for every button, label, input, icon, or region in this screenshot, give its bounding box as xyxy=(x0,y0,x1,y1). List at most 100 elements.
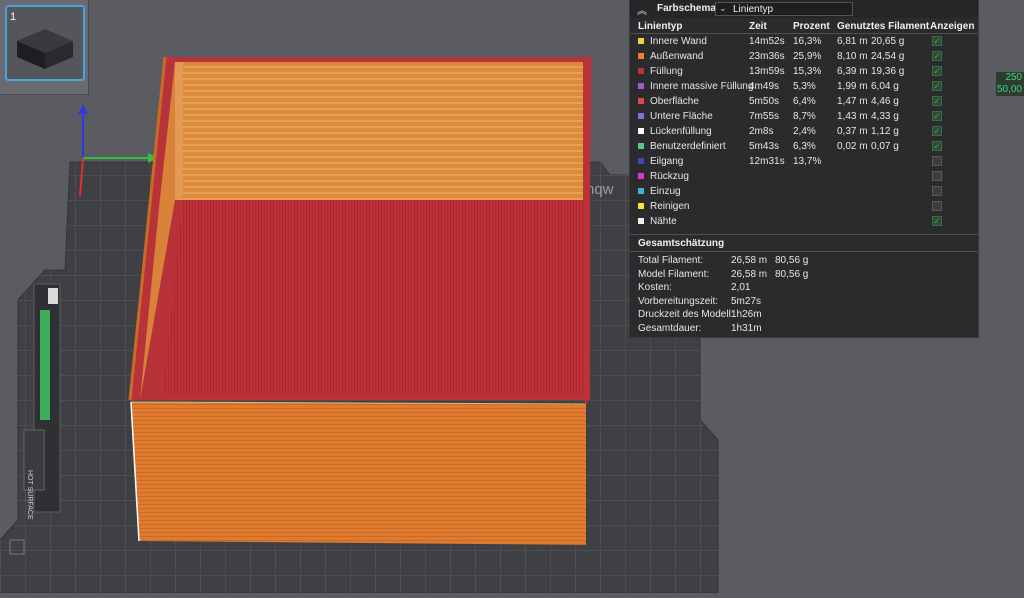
line-type-grams: 0,07 g xyxy=(871,141,899,152)
panel-title: Farbschema xyxy=(657,3,716,14)
line-type-row: Einzug xyxy=(630,185,978,200)
line-type-row: Untere Fläche 7m55s 8,7% 1,43 m 4,33 g ✓ xyxy=(630,110,978,125)
estimate-row: Kosten: 2,01 xyxy=(630,282,978,295)
line-type-name: Reinigen xyxy=(650,201,690,212)
line-type-percent: 15,3% xyxy=(793,66,822,77)
estimate-title: Gesamtschätzung xyxy=(638,238,725,249)
line-type-row: Außenwand 23m36s 25,9% 8,10 m 24,54 g ✓ xyxy=(630,50,978,65)
line-type-grams: 4,46 g xyxy=(871,96,899,107)
line-type-grams: 24,54 g xyxy=(871,51,905,62)
line-type-grams: 1,12 g xyxy=(871,126,899,137)
line-type-name: Eilgang xyxy=(650,156,684,167)
color-swatch xyxy=(638,83,644,89)
line-type-time: 4m49s xyxy=(749,81,780,92)
line-type-name: Nähte xyxy=(650,216,677,227)
line-type-row: Lückenfüllung 2m8s 2,4% 0,37 m 1,12 g ✓ xyxy=(630,125,978,140)
estimate-row: Druckzeit des Modell: 1h26m xyxy=(630,309,978,322)
estimate-label: Kosten: xyxy=(638,282,672,293)
line-type-name: Lückenfüllung xyxy=(650,126,712,137)
line-type-grams: 19,36 g xyxy=(871,66,905,77)
line-type-name: Rückzug xyxy=(650,171,689,182)
bed-logo-text: nqw xyxy=(586,181,614,198)
line-type-percent: 8,7% xyxy=(793,111,816,122)
color-scheme-panel: ︽ Farbschema ⌄ Linientyp Linientyp Zeit … xyxy=(629,0,979,338)
color-swatch xyxy=(638,218,644,224)
panel-header: ︽ Farbschema ⌄ Linientyp xyxy=(630,0,978,18)
line-type-name: Füllung xyxy=(650,66,683,77)
col-header-show: Anzeigen xyxy=(930,21,975,32)
model-preview-icon xyxy=(17,29,73,69)
show-checkbox[interactable] xyxy=(932,201,942,211)
line-type-meters: 8,10 m xyxy=(837,51,868,62)
line-type-row: Innere massive Füllung 4m49s 5,3% 1,99 m 6,0… xyxy=(630,80,978,95)
show-checkbox-checked[interactable]: ✓ xyxy=(932,216,942,226)
estimate-label: Total Filament: xyxy=(638,255,704,266)
line-type-grams: 4,33 g xyxy=(871,111,899,122)
line-type-time: 23m36s xyxy=(749,51,785,62)
line-type-name: Untere Fläche xyxy=(650,111,713,122)
estimate-divider xyxy=(630,251,978,252)
line-type-row: Oberfläche 5m50s 6,4% 1,47 m 4,46 g ✓ xyxy=(630,95,978,110)
line-type-percent: 6,3% xyxy=(793,141,816,152)
line-type-name: Innere massive Füllung xyxy=(650,81,754,92)
hot-surface-label: HOT SURFACE xyxy=(26,470,33,520)
line-type-row: Rückzug xyxy=(630,170,978,185)
show-checkbox-checked[interactable]: ✓ xyxy=(932,96,942,106)
show-checkbox-checked[interactable]: ✓ xyxy=(932,126,942,136)
line-type-name: Außenwand xyxy=(650,51,704,62)
collapse-chevron-icon[interactable]: ︽ xyxy=(637,2,647,17)
estimate-row: Model Filament: 26,58 m 80,56 g xyxy=(630,269,978,282)
show-checkbox-checked[interactable]: ✓ xyxy=(932,36,942,46)
line-type-meters: 0,02 m xyxy=(837,141,868,152)
color-swatch xyxy=(638,188,644,194)
show-checkbox[interactable] xyxy=(932,186,942,196)
show-checkbox[interactable] xyxy=(932,156,942,166)
line-type-row: Füllung 13m59s 15,3% 6,39 m 19,36 g ✓ xyxy=(630,65,978,80)
plate-thumbnail[interactable] xyxy=(5,5,85,81)
estimate-value: 2,01 xyxy=(731,282,751,293)
line-type-meters: 6,39 m xyxy=(837,66,868,77)
layer-top-value: 250 xyxy=(996,72,1024,84)
show-checkbox-checked[interactable]: ✓ xyxy=(932,51,942,61)
estimate-value: 5m27s xyxy=(731,295,762,307)
show-checkbox-checked[interactable]: ✓ xyxy=(932,141,942,151)
col-header-type: Linientyp xyxy=(638,21,683,32)
dropdown-value: Linientyp xyxy=(733,4,774,15)
line-type-row: Benutzerdefiniert 5m43s 6,3% 0,02 m 0,07 g ✓ xyxy=(630,140,978,155)
color-swatch xyxy=(638,113,644,119)
col-header-time: Zeit xyxy=(749,21,767,32)
show-checkbox-checked[interactable]: ✓ xyxy=(932,66,942,76)
line-type-row: Reinigen xyxy=(630,200,978,215)
show-checkbox-checked[interactable]: ✓ xyxy=(932,111,942,121)
line-type-percent: 25,9% xyxy=(793,51,822,62)
estimate-value-secondary: 80,56 g xyxy=(775,268,809,280)
color-swatch xyxy=(638,128,644,134)
estimate-value: 26,58 m xyxy=(731,268,768,280)
line-type-name: Innere Wand xyxy=(650,36,707,47)
show-checkbox[interactable] xyxy=(932,171,942,181)
layer-height-value: 50,00 xyxy=(996,84,1024,96)
line-type-name: Benutzerdefiniert xyxy=(650,141,726,152)
line-type-meters: 0,37 m xyxy=(837,126,868,137)
show-checkbox-checked[interactable]: ✓ xyxy=(932,81,942,91)
line-type-meters: 6,81 m xyxy=(837,36,868,47)
line-type-meters: 1,43 m xyxy=(837,111,868,122)
line-type-time: 13m59s xyxy=(749,66,785,77)
header-divider xyxy=(630,33,978,34)
line-type-row: Nähte ✓ xyxy=(630,215,978,230)
line-type-time: 2m8s xyxy=(749,126,774,137)
line-type-time: 5m50s xyxy=(749,96,780,107)
line-type-percent: 5,3% xyxy=(793,81,816,92)
line-type-row: Innere Wand 14m52s 16,3% 6,81 m 20,65 g ✓ xyxy=(630,35,978,50)
color-swatch xyxy=(638,98,644,104)
line-type-row: Eilgang 12m31s 13,7% xyxy=(630,155,978,170)
color-scheme-dropdown[interactable]: ⌄ Linientyp xyxy=(715,2,853,16)
color-swatch xyxy=(638,68,644,74)
line-type-grams: 20,65 g xyxy=(871,36,905,47)
line-type-percent: 2,4% xyxy=(793,126,816,137)
col-header-filament: Genutztes Filament xyxy=(837,21,930,32)
line-type-percent: 16,3% xyxy=(793,36,822,47)
color-swatch xyxy=(638,143,644,149)
color-swatch xyxy=(638,38,644,44)
line-type-percent: 13,7% xyxy=(793,156,822,167)
